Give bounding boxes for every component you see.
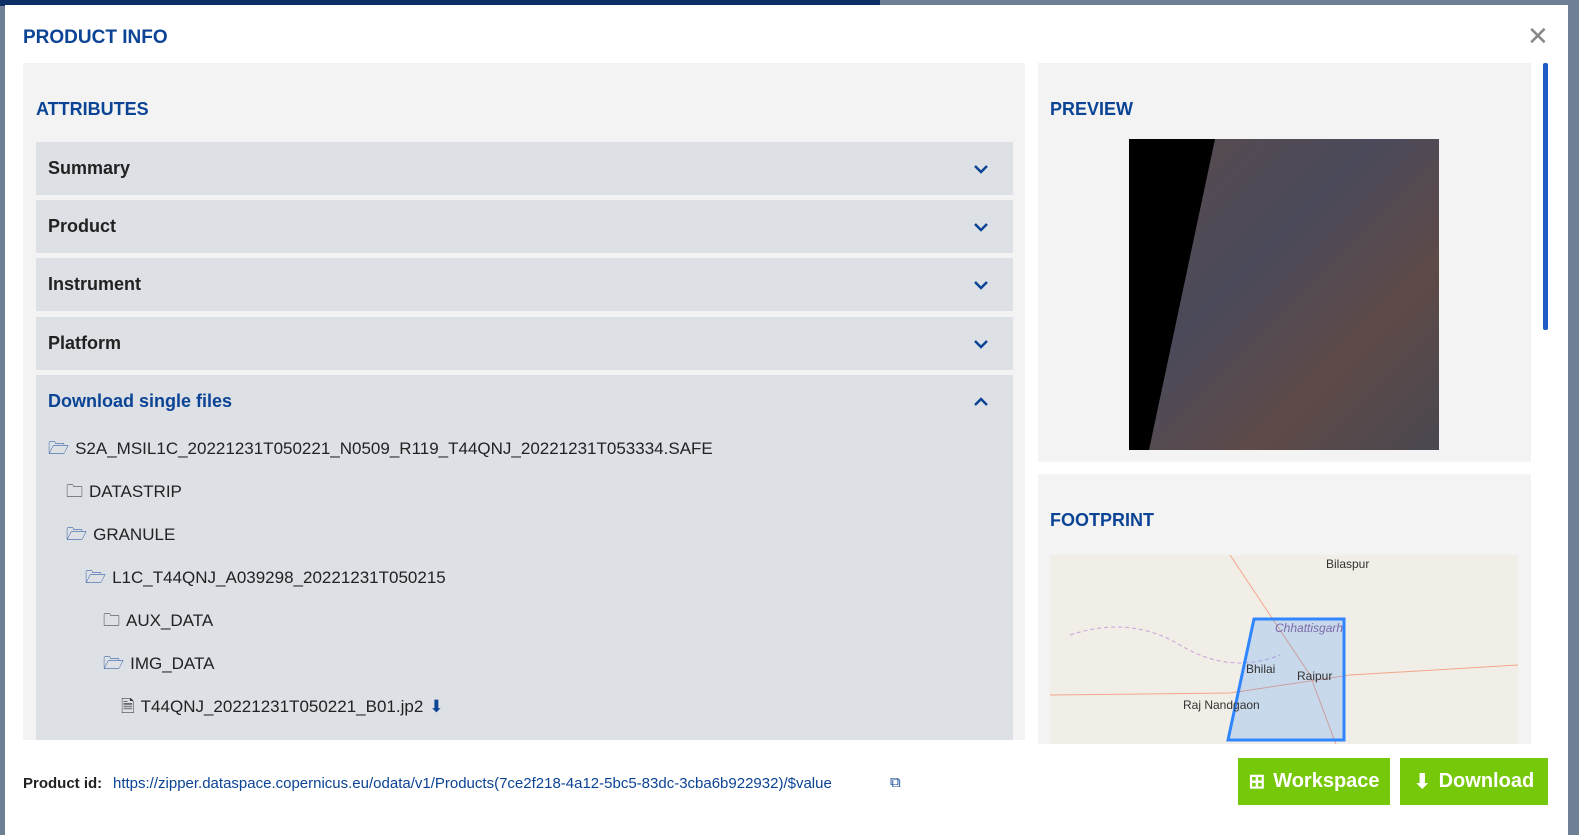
- chevron-down-icon: [974, 164, 988, 174]
- download-icon: ⬇: [1413, 771, 1431, 793]
- footprint-panel: FOOTPRINT Bilaspur Chhattisgarh Bhilai R…: [1038, 474, 1531, 744]
- preview-panel: PREVIEW: [1038, 63, 1531, 462]
- map-label: Bilaspur: [1326, 557, 1370, 571]
- workspace-button[interactable]: ⊞ Workspace: [1238, 758, 1390, 805]
- map-label: Raj Nandgaon: [1183, 698, 1260, 712]
- footprint-heading: FOOTPRINT: [1050, 510, 1154, 530]
- preview-image: [1129, 139, 1439, 450]
- accordion-label: Instrument: [48, 274, 142, 294]
- folder-icon: 🗀: [103, 611, 120, 630]
- close-icon[interactable]: ✕: [1527, 21, 1549, 52]
- map-label: Chhattisgarh: [1275, 621, 1344, 635]
- accordion-label: Summary: [48, 158, 131, 178]
- accordion-instrument[interactable]: Instrument: [36, 258, 1013, 311]
- folder-open-icon: 🗁: [85, 568, 107, 587]
- product-info-modal: PRODUCT INFO ✕ ATTRIBUTES Summary Produc…: [5, 5, 1568, 835]
- accordion-platform[interactable]: Platform: [36, 317, 1013, 370]
- download-button[interactable]: ⬇ Download: [1400, 758, 1548, 805]
- product-id-link[interactable]: https://zipper.dataspace.copernicus.eu/o…: [113, 775, 832, 792]
- chevron-down-icon: [974, 222, 988, 232]
- tree-folder[interactable]: 🗁 IMG_DATA: [103, 653, 214, 675]
- chevron-up-icon: [974, 396, 988, 406]
- tree-folder[interactable]: 🗁 S2A_MSIL1C_20221231T050221_N0509_R119_T…: [48, 438, 713, 460]
- accordion-summary[interactable]: Summary: [36, 142, 1013, 195]
- scrollbar[interactable]: [1543, 63, 1548, 330]
- modal-title: PRODUCT INFO: [23, 27, 168, 48]
- accordion-label: Platform: [48, 333, 122, 353]
- folder-open-icon: 🗁: [103, 654, 125, 673]
- chevron-down-icon: [974, 339, 988, 349]
- accordion-label: Download single files: [48, 391, 233, 411]
- folder-icon: 🗀: [66, 482, 83, 501]
- map-label: Bhilai: [1246, 662, 1276, 676]
- add-box-icon: ⊞: [1248, 771, 1266, 793]
- tree-folder[interactable]: 🗁 GRANULE: [66, 524, 175, 546]
- tree-file[interactable]: 🗎 T44QNJ_20221231T050221_B01.jp2 ⬇: [121, 696, 444, 718]
- attributes-panel: ATTRIBUTES Summary Product Instrument Pl…: [23, 63, 1025, 740]
- accordion-download-single-files[interactable]: Download single files: [36, 375, 1013, 428]
- file-tree: 🗁 S2A_MSIL1C_20221231T050221_N0509_R119_T…: [36, 428, 1013, 740]
- file-image-icon: 🗎: [121, 697, 135, 716]
- footprint-map[interactable]: Bilaspur Chhattisgarh Bhilai Raipur Raj …: [1050, 555, 1518, 744]
- tree-folder[interactable]: 🗀 DATASTRIP: [66, 481, 182, 503]
- download-icon[interactable]: ⬇: [429, 696, 443, 718]
- tree-folder[interactable]: 🗁 L1C_T44QNJ_A039298_20221231T050215: [85, 567, 446, 589]
- folder-open-icon: 🗁: [48, 439, 70, 458]
- preview-heading: PREVIEW: [1050, 99, 1134, 119]
- accordion-label: Product: [48, 216, 117, 236]
- attributes-heading: ATTRIBUTES: [36, 99, 149, 119]
- product-id-label: Product id:: [23, 775, 103, 792]
- copy-icon[interactable]: ⧉: [890, 774, 901, 791]
- accordion-product[interactable]: Product: [36, 200, 1013, 253]
- map-label: Raipur: [1297, 669, 1333, 683]
- chevron-down-icon: [974, 280, 988, 290]
- folder-open-icon: 🗁: [66, 525, 88, 544]
- tree-folder[interactable]: 🗀 AUX_DATA: [103, 610, 213, 632]
